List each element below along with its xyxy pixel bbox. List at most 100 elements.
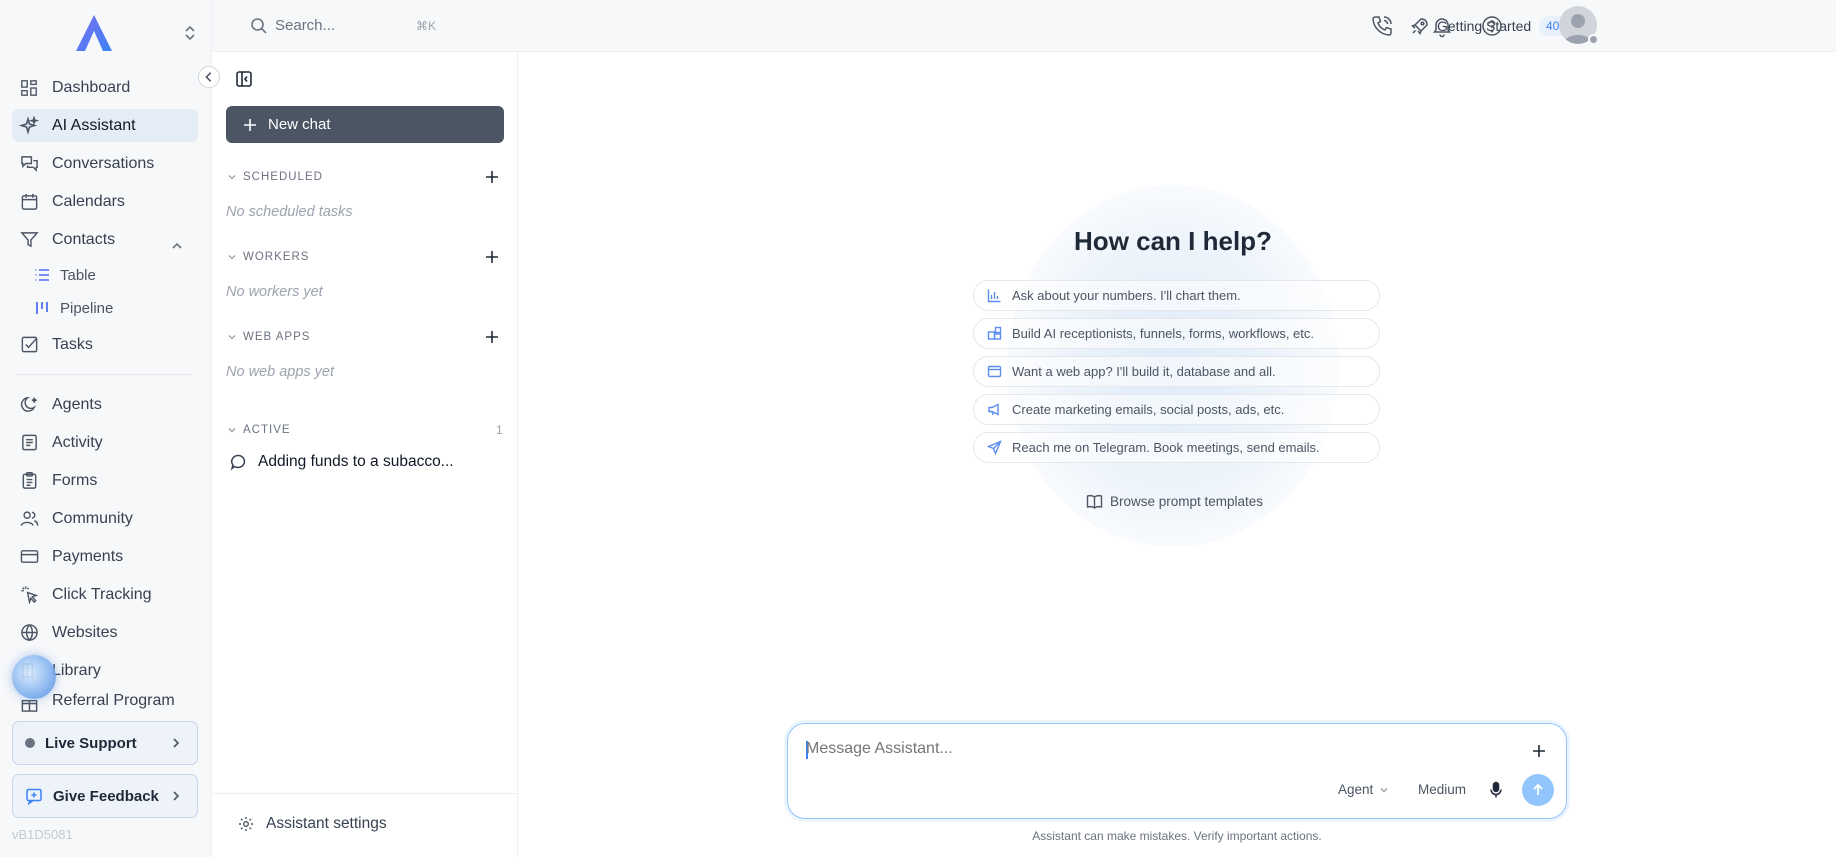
- prompt-label: Reach me on Telegram. Book meetings, sen…: [1012, 440, 1320, 455]
- main-sidebar: Dashboard AI Assistant Conversations Cal…: [0, 0, 212, 857]
- users-icon: [18, 508, 40, 530]
- search-input[interactable]: Search...: [275, 17, 335, 34]
- top-bar: Search... ⌘K Getting Started 40%: [212, 0, 1836, 52]
- attach-plus-icon[interactable]: [1530, 742, 1548, 760]
- sidebar-item-label: Click Tracking: [52, 585, 152, 603]
- sidebar-item-click-tracking[interactable]: Click Tracking: [12, 578, 198, 611]
- sidebar-subitem-pipeline[interactable]: Pipeline: [34, 293, 198, 323]
- chevron-down-icon: [226, 171, 238, 183]
- sidebar-item-ai-assistant[interactable]: AI Assistant: [12, 109, 198, 142]
- disclaimer-text: Assistant can make mistakes. Verify impo…: [1032, 829, 1322, 843]
- effort-select[interactable]: Medium: [1418, 782, 1466, 797]
- prompt-suggestion[interactable]: Build AI receptionists, funnels, forms, …: [973, 318, 1380, 349]
- chat-title: Adding funds to a subacco...: [258, 453, 454, 470]
- plus-icon: [486, 331, 498, 343]
- rocket-icon[interactable]: [1411, 17, 1429, 35]
- search-icon[interactable]: [250, 17, 268, 35]
- live-support-button[interactable]: Live Support: [12, 721, 198, 765]
- sidebar-item-websites[interactable]: Websites: [12, 616, 198, 649]
- sidebar-item-activity[interactable]: Activity: [12, 426, 198, 459]
- microphone-icon[interactable]: [1488, 781, 1504, 799]
- empty-workers-text: No workers yet: [226, 284, 323, 300]
- sidebar-item-label: Activity: [52, 433, 103, 451]
- add-web-app-button[interactable]: [483, 328, 501, 346]
- chat-bubble-icon: [230, 453, 248, 471]
- section-title: SCHEDULED: [243, 171, 323, 183]
- panel-toggle-icon[interactable]: [235, 70, 253, 88]
- globe-icon: [18, 622, 40, 644]
- sidebar-item-conversations[interactable]: Conversations: [12, 147, 198, 180]
- prompt-suggestion[interactable]: Ask about your numbers. I'll chart them.: [973, 280, 1380, 311]
- chevron-left-icon: [205, 72, 212, 82]
- section-scheduled-header[interactable]: SCHEDULED: [226, 168, 504, 186]
- sidebar-item-label: Dashboard: [52, 78, 131, 96]
- assistant-orb-icon[interactable]: [12, 655, 56, 699]
- chevron-down-icon: [226, 251, 238, 263]
- collapse-sidebar-button[interactable]: [198, 66, 220, 88]
- phone-icon[interactable]: [1370, 14, 1394, 38]
- plus-icon: [242, 117, 258, 133]
- sidebar-subitem-label: Pipeline: [60, 299, 114, 317]
- new-chat-label: New chat: [268, 116, 331, 133]
- funnel-icon: [18, 229, 40, 251]
- chevron-right-icon: [169, 735, 183, 751]
- sidebar-item-dashboard[interactable]: Dashboard: [12, 71, 198, 104]
- open-book-icon: [1086, 493, 1103, 510]
- section-workers-header[interactable]: WORKERS: [226, 248, 504, 266]
- status-dot-icon: [25, 738, 35, 748]
- sidebar-item-payments[interactable]: Payments: [12, 540, 198, 573]
- assistant-settings-button[interactable]: Assistant settings: [238, 815, 387, 833]
- sidebar-item-forms[interactable]: Forms: [12, 464, 198, 497]
- sidebar-item-label: Websites: [52, 623, 118, 641]
- sidebar-item-agents[interactable]: Agents: [12, 388, 198, 421]
- chevron-up-icon[interactable]: [168, 237, 186, 255]
- give-feedback-label: Give Feedback: [53, 787, 159, 805]
- bar-chart-icon: [987, 288, 1002, 303]
- send-button[interactable]: [1522, 774, 1554, 806]
- mode-select[interactable]: Agent: [1338, 782, 1389, 797]
- sidebar-item-label: Calendars: [52, 192, 125, 210]
- section-active-header[interactable]: ACTIVE: [226, 421, 504, 439]
- browse-templates-label: Browse prompt templates: [1110, 494, 1264, 509]
- sidebar-footer-divider: [212, 793, 518, 794]
- credit-card-icon: [18, 546, 40, 568]
- empty-scheduled-text: No scheduled tasks: [226, 204, 353, 220]
- prompt-label: Build AI receptionists, funnels, forms, …: [1012, 326, 1315, 341]
- checkbox-icon: [18, 334, 40, 356]
- section-web-apps-header[interactable]: WEB APPS: [226, 328, 504, 346]
- bell-icon[interactable]: [1430, 14, 1454, 38]
- prompt-suggestion[interactable]: Create marketing emails, social posts, a…: [973, 394, 1380, 425]
- app-logo[interactable]: [72, 13, 116, 53]
- app-version: vB1D5081: [12, 827, 73, 842]
- chevron-down-icon: [226, 331, 238, 343]
- calendar-icon: [18, 191, 40, 213]
- prompt-suggestion[interactable]: Want a web app? I'll build it, database …: [973, 356, 1380, 387]
- help-icon[interactable]: [1480, 14, 1504, 38]
- message-input[interactable]: [806, 740, 1496, 758]
- blocks-icon: [987, 326, 1002, 341]
- prompt-label: Ask about your numbers. I'll chart them.: [1012, 288, 1241, 303]
- prompt-suggestion[interactable]: Reach me on Telegram. Book meetings, sen…: [973, 432, 1380, 463]
- active-count-badge: 1: [496, 423, 503, 437]
- section-title: WORKERS: [243, 251, 310, 263]
- dashboard-icon: [18, 77, 40, 99]
- sidebar-item-community[interactable]: Community: [12, 502, 198, 535]
- feedback-icon: [25, 787, 43, 805]
- chat-list-item[interactable]: Adding funds to a subacco...: [226, 450, 504, 474]
- sidebar-subitem-table[interactable]: Table: [34, 260, 198, 290]
- sparkles-icon: [18, 115, 40, 137]
- chevron-updown-icon[interactable]: [182, 24, 198, 42]
- clipboard-icon: [18, 470, 40, 492]
- browser-window-icon: [987, 364, 1002, 379]
- sidebar-item-label: Community: [52, 509, 133, 527]
- sidebar-item-label: Agents: [52, 395, 102, 413]
- add-scheduled-button[interactable]: [483, 168, 501, 186]
- give-feedback-button[interactable]: Give Feedback: [12, 774, 198, 818]
- sidebar-item-tasks[interactable]: Tasks: [12, 328, 198, 361]
- sidebar-item-calendars[interactable]: Calendars: [12, 185, 198, 218]
- add-worker-button[interactable]: [483, 248, 501, 266]
- browse-templates-link[interactable]: Browse prompt templates: [1086, 493, 1263, 510]
- new-chat-button[interactable]: New chat: [226, 106, 504, 143]
- chat-bubbles-icon: [18, 153, 40, 175]
- sidebar-subitem-label: Table: [60, 266, 96, 284]
